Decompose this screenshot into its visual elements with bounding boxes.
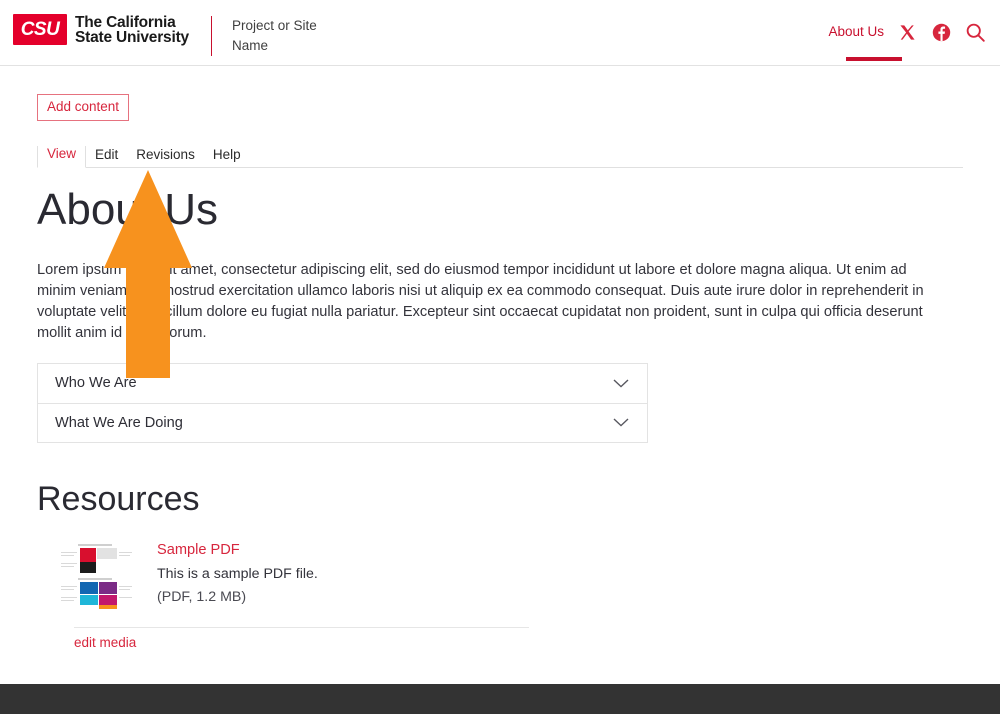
chevron-down-icon bbox=[613, 418, 629, 427]
thumbnail-page-2 bbox=[58, 576, 134, 609]
accordion-item-what-we-are-doing[interactable]: What We Are Doing bbox=[38, 402, 647, 442]
accordion: Who We Are What We Are Doing bbox=[37, 362, 648, 443]
resource-title-link[interactable]: Sample PDF bbox=[157, 541, 318, 559]
site-footer bbox=[0, 684, 1000, 714]
csu-logo-text: CSU bbox=[20, 18, 60, 40]
accordion-item-who-we-are[interactable]: Who We Are bbox=[38, 364, 647, 403]
brand-wordmark: The California State University bbox=[75, 13, 189, 46]
intro-paragraph: Lorem ipsum dolor sit amet, consectetur … bbox=[37, 261, 924, 341]
site-header: CSU The California State University Proj… bbox=[0, 0, 1000, 66]
resource-description: This is a sample PDF file. bbox=[157, 565, 318, 582]
x-twitter-icon[interactable] bbox=[897, 22, 918, 43]
thumbnail-page-1 bbox=[58, 541, 134, 574]
search-icon[interactable] bbox=[965, 22, 986, 43]
csu-brand-logo[interactable]: CSU The California State University bbox=[13, 14, 189, 45]
brand-line-2: State University bbox=[75, 28, 189, 46]
pdf-page-thumbnail[interactable] bbox=[58, 540, 134, 609]
tab-help[interactable]: Help bbox=[204, 147, 250, 168]
edit-media-link[interactable]: edit media bbox=[74, 635, 136, 650]
chevron-down-icon bbox=[613, 378, 629, 388]
facebook-icon[interactable] bbox=[931, 22, 952, 43]
admin-tab-bar: View Edit Revisions Help bbox=[37, 142, 963, 168]
project-or-site-name: Project or Site Name bbox=[231, 18, 317, 53]
tab-view[interactable]: View bbox=[37, 145, 87, 168]
accordion-label: Who We Are bbox=[55, 375, 137, 391]
resources-heading: Resources bbox=[37, 479, 200, 518]
page-title: About Us bbox=[37, 184, 218, 234]
tab-edit[interactable]: Edit bbox=[86, 147, 127, 168]
main-content: About Us Lorem ipsum dolor sit amet, con… bbox=[0, 184, 1000, 652]
resource-info: Sample PDF This is a sample PDF file. (P… bbox=[157, 541, 318, 606]
media-divider bbox=[74, 626, 529, 628]
resource-file-meta: (PDF, 1.2 MB) bbox=[157, 588, 247, 605]
nav-link-about-us[interactable]: About Us bbox=[828, 24, 884, 41]
brand-line-1: The California bbox=[75, 13, 176, 31]
accordion-label: What We Are Doing bbox=[55, 414, 183, 431]
admin-toolbar: Add content View Edit Revisions Help bbox=[0, 66, 1000, 168]
active-nav-indicator bbox=[846, 57, 902, 61]
csu-logo-mark: CSU bbox=[13, 14, 67, 45]
tab-revisions[interactable]: Revisions bbox=[127, 147, 204, 168]
add-content-button[interactable]: Add content bbox=[37, 94, 130, 121]
resource-item: Sample PDF This is a sample PDF file. (P… bbox=[37, 540, 963, 609]
header-nav: About Us bbox=[828, 22, 986, 43]
header-divider bbox=[210, 16, 212, 56]
